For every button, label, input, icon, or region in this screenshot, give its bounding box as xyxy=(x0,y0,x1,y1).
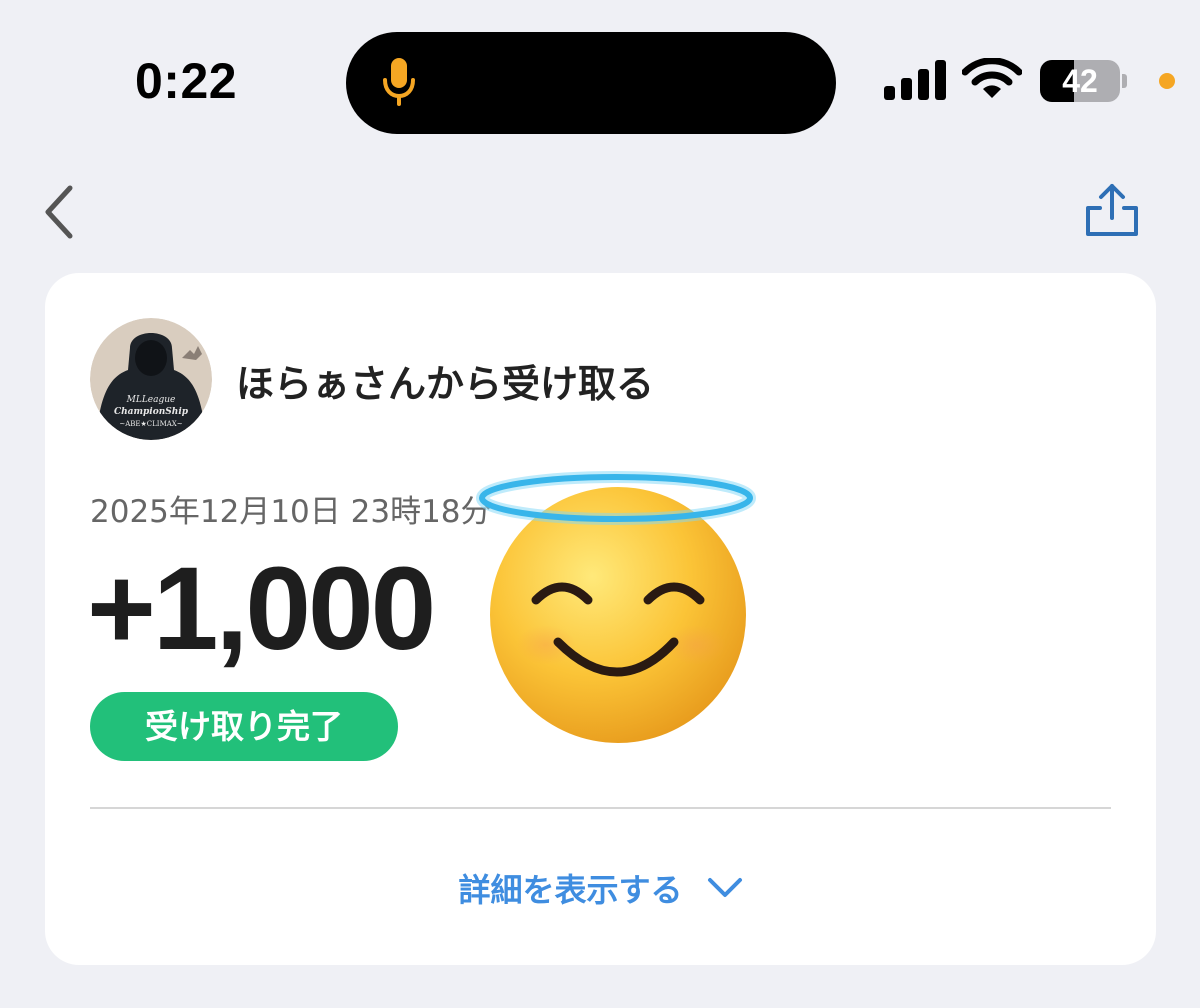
chevron-left-icon[interactable] xyxy=(42,184,78,240)
share-icon[interactable] xyxy=(1082,182,1142,240)
transaction-datetime: 2025年12月10日 23時18分 xyxy=(90,494,492,530)
transaction-amount: +1,000 xyxy=(87,543,436,675)
recording-dot xyxy=(1159,73,1175,89)
wifi-icon xyxy=(962,58,1022,98)
battery-icon: 42 xyxy=(1040,60,1127,102)
avatar-line-1: MLLeague xyxy=(126,395,176,405)
chevron-down-icon xyxy=(707,878,742,897)
battery-cap xyxy=(1122,74,1127,88)
divider xyxy=(90,807,1111,809)
status-time: 0:22 xyxy=(135,53,238,109)
avatar[interactable]: MLLeague ChampionShip ~ABE★CLIMAX~ xyxy=(90,318,212,440)
show-details-button[interactable]: 詳細を表示する xyxy=(45,863,1156,913)
avatar-line-2: ChampionShip xyxy=(114,407,189,417)
microphone-icon xyxy=(383,58,415,106)
signal-icon xyxy=(884,60,946,100)
transaction-title: ほらぁさんから受け取る xyxy=(236,362,655,406)
screen: 0:22 42 MLLeague ChampionShip ~ABE★CLIMA… xyxy=(0,0,1200,1008)
dynamic-island xyxy=(346,32,836,134)
show-details-label: 詳細を表示する xyxy=(458,871,683,909)
status-badge: 受け取り完了 xyxy=(90,692,398,761)
smiling-face-with-halo-emoji xyxy=(476,471,756,743)
avatar-line-3: ~ABE★CLIMAX~ xyxy=(119,420,182,428)
battery-level: 42 xyxy=(1062,63,1098,99)
